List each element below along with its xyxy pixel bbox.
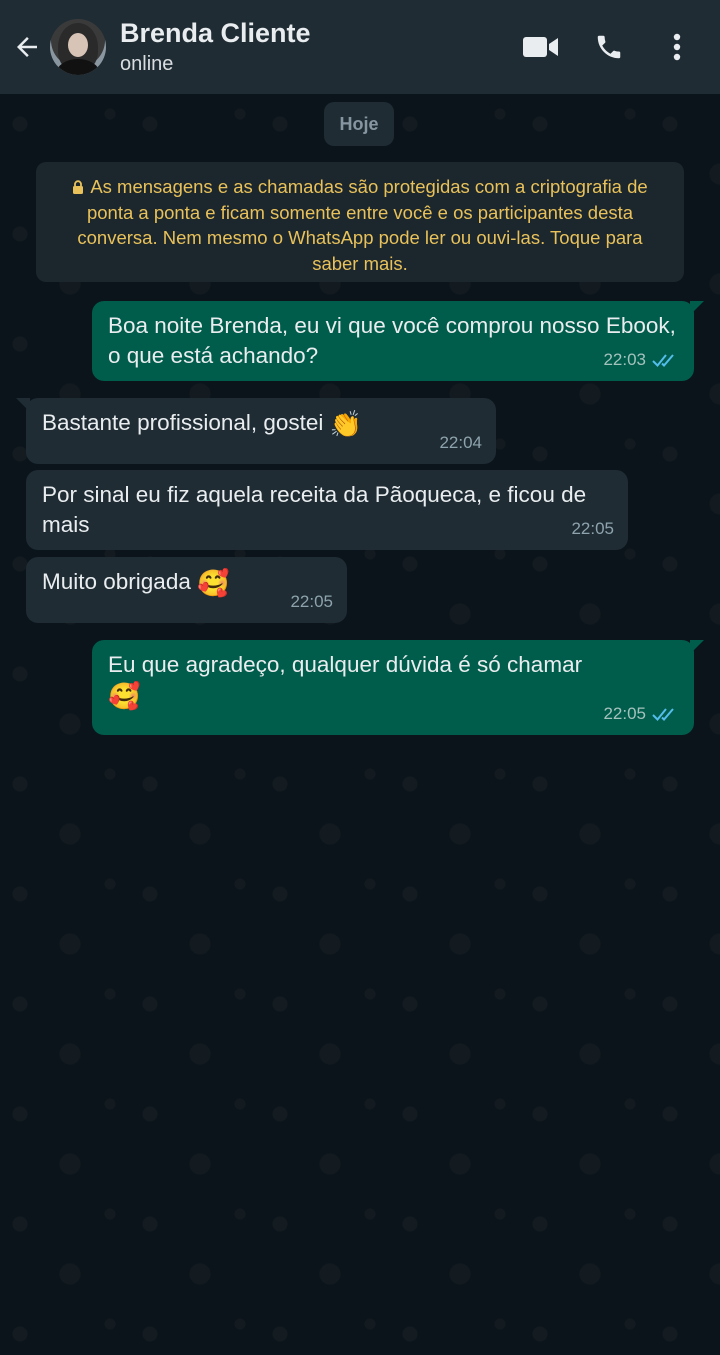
message-text: Por sinal eu fiz aquela receita da Pãoqu…: [42, 482, 587, 537]
message-time: 22:03: [603, 350, 646, 369]
message-time: 22:05: [603, 704, 646, 723]
message-meta: 22:05: [603, 699, 680, 729]
message-meta: 22:03: [603, 345, 680, 375]
clapping-hands-emoji: 👏: [329, 410, 363, 440]
message-content: Muito obrigada 🥰: [42, 567, 331, 599]
smiling-face-hearts-emoji: 🥰: [108, 682, 141, 712]
smiling-face-hearts-emoji: 🥰: [197, 569, 230, 599]
whatsapp-chat-screen: Brenda Cliente online Hoje As mensagens …: [0, 0, 720, 1355]
date-chip: Hoje: [324, 102, 394, 146]
chat-area[interactable]: Hoje As mensagens e as chamadas são prot…: [0, 94, 720, 1355]
encryption-notice-text: As mensagens e as chamadas são protegida…: [77, 176, 648, 274]
avatar[interactable]: [50, 19, 106, 75]
message-meta: 22:04: [439, 428, 482, 458]
more-vert-icon: [673, 33, 681, 61]
message-bubble-incoming[interactable]: Muito obrigada 🥰 22:05: [26, 557, 347, 623]
double-check-read-icon: [652, 354, 674, 367]
message-bubble-outgoing[interactable]: Eu que agradeço, qualquer dúvida é só ch…: [92, 640, 704, 735]
encryption-notice[interactable]: As mensagens e as chamadas são protegida…: [36, 162, 684, 282]
more-options-button[interactable]: [650, 20, 704, 74]
header-actions: [500, 20, 704, 74]
video-call-icon: [523, 37, 558, 57]
message-bubble-incoming[interactable]: Por sinal eu fiz aquela receita da Pãoqu…: [26, 470, 628, 550]
message-time: 22:04: [439, 433, 482, 452]
chat-header: Brenda Cliente online: [0, 0, 720, 94]
message-meta: 22:05: [290, 587, 333, 617]
lock-icon: [73, 180, 84, 194]
voice-call-button[interactable]: [582, 20, 636, 74]
message-time: 22:05: [571, 519, 614, 538]
message-text: Boa noite Brenda, eu vi que você comprou…: [108, 313, 676, 368]
message-bubble-outgoing[interactable]: Boa noite Brenda, eu vi que você comprou…: [92, 301, 704, 381]
contact-name: Brenda Cliente: [120, 18, 311, 48]
message-time: 22:05: [290, 592, 333, 611]
phone-call-icon: [597, 35, 621, 59]
message-meta: 22:05: [571, 514, 614, 544]
message-text: Muito obrigada: [42, 569, 191, 594]
message-emoji-line: 🥰: [108, 680, 678, 712]
contact-status: online: [120, 53, 174, 75]
double-check-read-icon: [652, 708, 674, 721]
back-arrow-icon: [17, 37, 37, 57]
message-bubble-incoming[interactable]: Bastante profissional, gostei 👏 22:04: [16, 398, 496, 464]
message-text: Eu que agradeço, qualquer dúvida é só ch…: [108, 652, 583, 677]
message-text: Bastante profissional, gostei: [42, 410, 324, 435]
video-call-button[interactable]: [514, 20, 568, 74]
back-button[interactable]: [4, 0, 50, 94]
contact-info[interactable]: Brenda Cliente online: [120, 17, 500, 77]
message-content: Bastante profissional, gostei 👏: [42, 408, 480, 440]
